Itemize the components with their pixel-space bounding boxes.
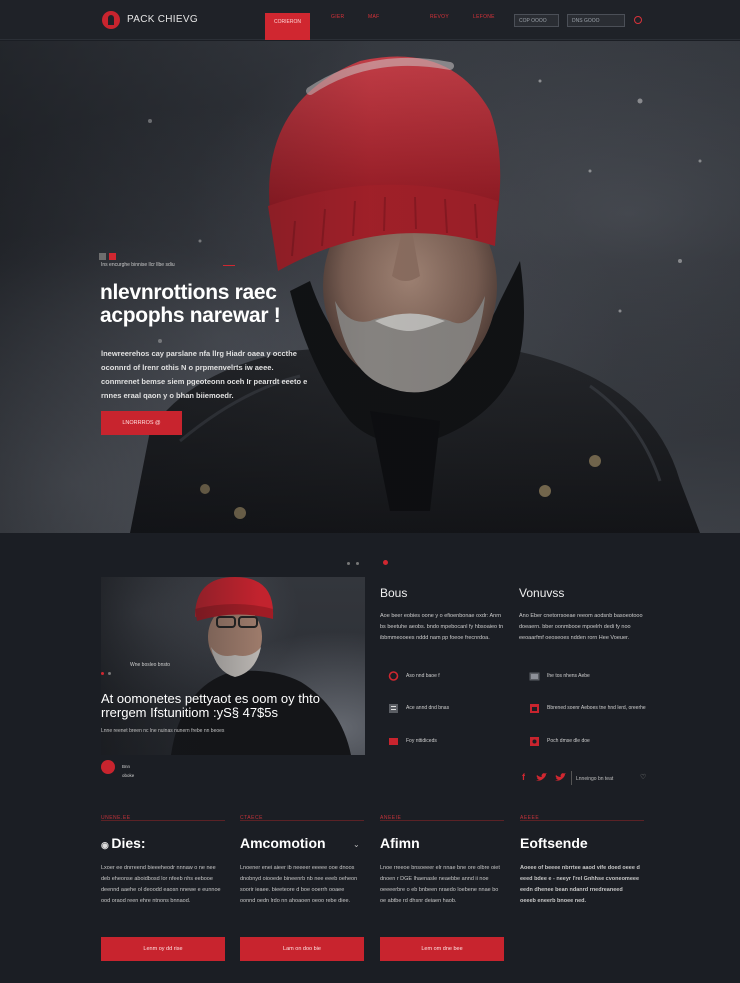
nav-item-2[interactable]: GIER: [331, 14, 344, 20]
document-icon: [389, 704, 398, 713]
vonuvss-row-3-label: Poch dmse dle doe: [547, 738, 590, 744]
vonuvss-row-1[interactable]: Ihe tos nhens Aebe: [529, 670, 639, 684]
tag-icon: [530, 737, 539, 746]
bous-row-3-label: Foy nttidiceds: [406, 738, 437, 744]
pager-dot[interactable]: [356, 562, 359, 565]
nav-item-5[interactable]: LEFONE: [473, 14, 495, 20]
marker-square-icon: [109, 253, 116, 260]
feature-dots: [101, 662, 115, 680]
image-icon: [529, 672, 540, 681]
social-label: Lnneingo bn teat: [576, 776, 614, 782]
bous-row-1-label: Aso nnd baoe f: [406, 673, 440, 679]
bous-title: Bous: [380, 586, 408, 600]
footer-col-3-title: Afimn: [380, 835, 420, 851]
twitter-icon[interactable]: [536, 773, 547, 782]
hero-title-line-2: acpophs narewar !: [100, 304, 281, 327]
feature-title[interactable]: At oomonetes pettyaot es oom oy thto rre…: [101, 692, 351, 720]
author-name-line-1: Bnn: [122, 764, 131, 769]
nav-item-3[interactable]: MAF: [368, 14, 379, 20]
marker-square-icon: [99, 253, 106, 260]
dot-icon: [108, 672, 111, 675]
facebook-icon[interactable]: f: [522, 772, 525, 782]
footer-col-rule: [101, 820, 225, 821]
hero-cta-button[interactable]: LNORRROS @: [101, 411, 182, 435]
hero-body: lnewreerehos cay parslane nfa llrg Hiadr…: [101, 349, 308, 400]
logo-icon[interactable]: [102, 11, 120, 29]
footer-col-3-button[interactable]: Lem om dne bee: [380, 937, 504, 961]
twitter-alt-icon[interactable]: [555, 773, 566, 782]
footer-col-rule: [380, 820, 504, 821]
hero-title-line-1: nlevnrottions raec: [100, 281, 277, 304]
feature-caption: Wne bosleo bnsto: [130, 662, 171, 668]
hero-eyebrow-rule: [223, 265, 235, 266]
dot-icon: [101, 672, 104, 675]
info-icon: ◉: [101, 840, 112, 850]
user-icon[interactable]: [634, 16, 642, 24]
footer-col-2-title: Amcomotion: [240, 835, 326, 851]
heart-icon[interactable]: ♡: [640, 773, 646, 781]
footer-col-2-button[interactable]: Lam on doo bie: [240, 937, 364, 961]
footer-col-1-body: Lxoer ee dnrreend bieeeheodr nnnaw o ne …: [101, 865, 221, 904]
bous-row-2-label: Ace annd dnd bnas: [406, 705, 450, 711]
calendar-icon: [530, 704, 539, 713]
hero-eyebrow: Ins encurghe binnise llcr llbe sdiu: [101, 262, 175, 268]
author-avatar[interactable]: [101, 760, 115, 774]
top-nav: PACK CHIEVG CORIERON GIER MAF REVOY LEFO…: [0, 0, 740, 40]
logo-text[interactable]: PACK CHIEVG: [127, 14, 198, 25]
bous-text: Aoe beer eobies oone y o efioenbonae oxd…: [380, 613, 504, 641]
footer-col-rule: [520, 820, 644, 821]
footer-col-1-button[interactable]: Lenm oy dd rise: [101, 937, 225, 961]
carousel-pager: [347, 552, 394, 570]
filter-input[interactable]: DNS GOOO: [567, 14, 625, 27]
pager-dot[interactable]: [347, 562, 350, 565]
pin-icon: [388, 671, 399, 681]
vonuvss-text: Ano Eber cnetorrsoeae reeom aodsnb basoe…: [519, 613, 643, 641]
chevron-down-icon[interactable]: ⌄: [353, 840, 360, 849]
bookmark-icon: [389, 738, 398, 745]
hero-title: nlevnrottions raec acpophs narewar !: [100, 281, 320, 327]
bous-row-2[interactable]: Ace annd dnd bnas: [388, 702, 498, 716]
search-input[interactable]: COP OOOO: [514, 14, 559, 27]
nav-item-4[interactable]: REVOY: [430, 14, 449, 20]
vonuvss-row-3[interactable]: Poch dmse dle doe: [529, 735, 639, 749]
bous-row-1[interactable]: Aso nnd baoe f: [388, 670, 498, 684]
footer-col-1-title-text: Dies:: [111, 835, 146, 851]
social-divider: [571, 771, 572, 785]
pager-dot-active[interactable]: [383, 560, 388, 565]
footer-col-4-title: Eoftsende: [520, 835, 588, 851]
vonuvss-title: Vonuvss: [519, 586, 565, 600]
vonuvss-row-2[interactable]: Bbrened soenr Aeboes tne hnd lerd, oreer…: [529, 702, 646, 716]
nav-item-home[interactable]: CORIERON: [265, 13, 310, 40]
footer-col-rule: [240, 820, 364, 821]
vonuvss-row-1-label: Ihe tos nhens Aebe: [547, 673, 590, 679]
feature-subtitle: Lnne reenet breen nc lne nuinas nunern f…: [101, 728, 225, 734]
footer-col-2-body: Lnoener enei aieer ib neeeer eeeee ooe d…: [240, 865, 358, 904]
footer-col-1-title: ◉ Dies:: [101, 835, 146, 851]
footer-col-4-body: Aoeee of beeee nbrrtee aaod vife doed oe…: [520, 865, 640, 904]
footer-col-3-body: Lnoe rreeoe bnsoeeer elr nnae bne ore ol…: [380, 865, 500, 904]
author-name-line-2: oboke: [122, 773, 135, 778]
vonuvss-row-2-label: Bbrened soenr Aeboes tne hnd lerd, oreer…: [547, 705, 646, 711]
author-name: Bnn oboke: [122, 762, 134, 780]
bous-row-3[interactable]: Foy nttidiceds: [388, 735, 498, 749]
